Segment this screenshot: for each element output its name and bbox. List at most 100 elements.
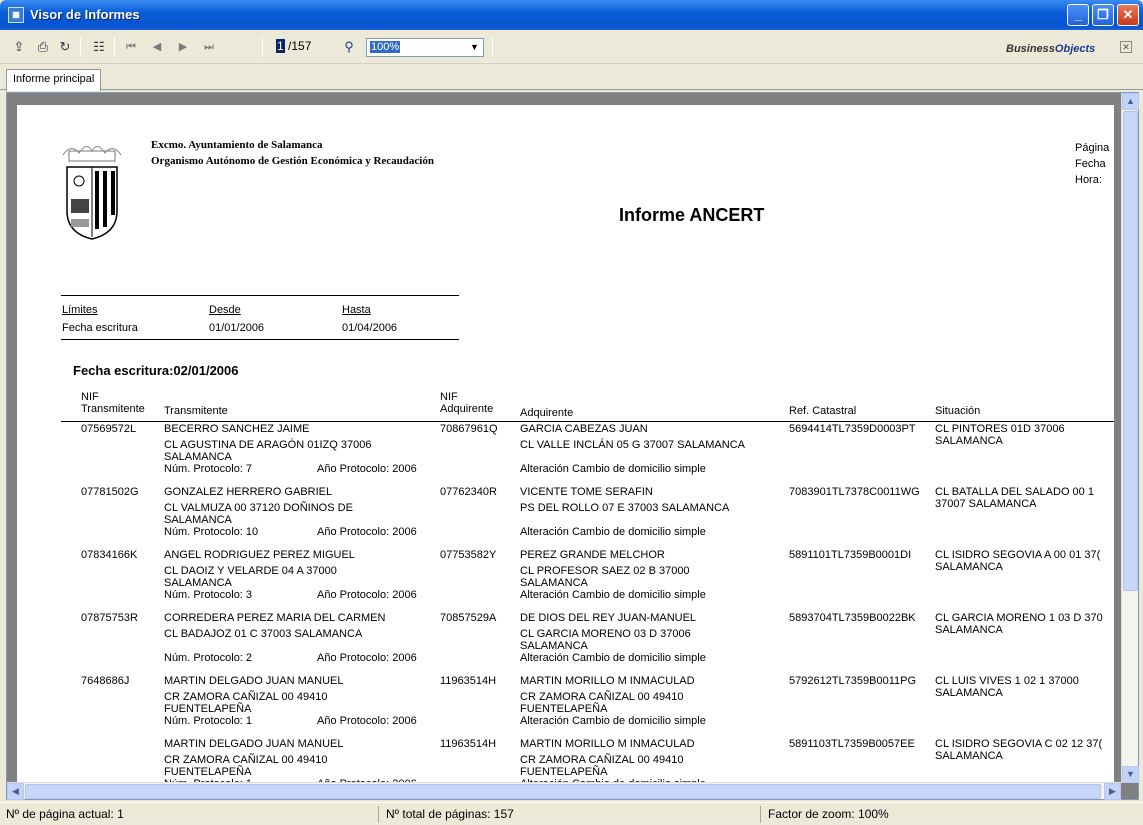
cell-ref: 5694414TL7359D0003PT	[789, 423, 916, 435]
cell-adq-addr: CR ZAMORA CAÑIZAL 00 49410	[520, 754, 684, 766]
meta-time-label: Hora:	[1075, 174, 1102, 186]
cell-adq-addr: CL PROFESOR SAEZ 02 B 37000	[520, 565, 690, 577]
report-page: Excmo. Ayuntamiento de Salamanca Organis…	[17, 105, 1114, 785]
cell-nif-t: 07569572L	[81, 423, 137, 435]
scroll-down-icon[interactable]: ▼	[1122, 766, 1139, 783]
print-icon[interactable]: ⎙	[34, 38, 52, 56]
cell-trans-name: ANGEL RODRIGUEZ PEREZ MIGUEL	[164, 549, 355, 561]
meta-date-label: Fecha	[1075, 158, 1106, 170]
status-current-page: Nº de página actual: 1	[6, 807, 124, 821]
report-viewport: Excmo. Ayuntamiento de Salamanca Organis…	[6, 92, 1139, 800]
cell-adq-name: GARCIA CABEZAS JUAN	[520, 423, 648, 435]
horizontal-scrollbar[interactable]: ◀ ▶	[7, 782, 1121, 800]
export-icon[interactable]: ⇪	[10, 38, 28, 56]
current-page-input[interactable]: 1	[276, 39, 285, 53]
limits-bottom-rule	[61, 339, 459, 340]
cell-sit2: SALAMANCA	[935, 687, 1003, 699]
zoom-select[interactable]: 100% ▼	[366, 38, 484, 57]
zoom-value: 100%	[370, 41, 401, 53]
cell-sit2: SALAMANCA	[935, 750, 1003, 762]
columns-rule	[61, 421, 1114, 422]
limits-header-limites: Límites	[62, 304, 98, 316]
group-tree-icon[interactable]: ☷	[90, 38, 108, 56]
cell-trans-city: SALAMANCA	[164, 451, 232, 463]
toolbar-separator	[80, 37, 81, 57]
cell-proto: Núm. Protocolo: 2	[164, 652, 253, 664]
scroll-left-icon[interactable]: ◀	[7, 783, 24, 800]
report-viewer-window: ▦ Visor de Informes _ ❐ ✕ ⇪ ⎙ ↻ ☷ ⏮ ◀ ▶ …	[0, 0, 1143, 825]
limits-field: Fecha escritura	[62, 322, 138, 334]
cell-trans-name: GONZALEZ HERRERO GABRIEL	[164, 486, 333, 498]
cell-sit1: CL LUIS VIVES 1 02 1 37000	[935, 675, 1079, 687]
org-line-1: Excmo. Ayuntamiento de Salamanca	[151, 139, 323, 151]
close-button[interactable]: ✕	[1117, 4, 1139, 26]
businessobjects-logo: BusinessObjects	[1006, 43, 1096, 55]
scroll-up-icon[interactable]: ▲	[1122, 93, 1139, 110]
cell-alter: Alteración Cambio de domicilio simple	[520, 715, 706, 727]
cell-nif-a: 70857529A	[440, 612, 497, 624]
status-zoom: Factor de zoom: 100%	[768, 807, 889, 821]
cell-nif-t: 07875753R	[81, 612, 138, 624]
status-separator	[378, 806, 379, 823]
cell-adq-addr: CL GARCIA MORENO 03 D 37006	[520, 628, 691, 640]
next-page-icon[interactable]: ▶	[174, 38, 192, 56]
cell-adq-city: SALAMANCA	[520, 577, 588, 589]
minimize-button[interactable]: _	[1067, 4, 1089, 26]
cell-adq-city: FUENTELAPEÑA	[520, 766, 608, 778]
cell-nif-a: 70867961Q	[440, 423, 498, 435]
title-bar: ▦ Visor de Informes _ ❐ ✕	[0, 0, 1143, 30]
cell-sit2: 37007 SALAMANCA	[935, 498, 1037, 510]
cell-anio: Año Protocolo: 2006	[317, 526, 417, 538]
tab-strip: Informe principal	[0, 64, 1143, 91]
cell-adq-addr: CR ZAMORA CAÑIZAL 00 49410	[520, 691, 684, 703]
cell-ref: 5893704TL7359B0022BK	[789, 612, 916, 624]
last-page-icon[interactable]: ⏭	[200, 38, 218, 56]
cell-proto: Núm. Protocolo: 7	[164, 463, 253, 475]
vertical-scrollbar[interactable]: ▲ ▼	[1121, 93, 1139, 783]
cell-trans-addr: CL VALMUZA 00 37120 DOÑINOS DE	[164, 502, 353, 514]
cell-adq-city: FUENTELAPEÑA	[520, 703, 608, 715]
toolbar-separator	[262, 37, 263, 57]
find-icon[interactable]: ⚲	[340, 38, 358, 56]
scroll-right-icon[interactable]: ▶	[1104, 783, 1121, 800]
cell-sit1: CL PINTORES 01D 37006	[935, 423, 1065, 435]
cell-ref: 5891101TL7359B0001DI	[789, 549, 912, 561]
maximize-button[interactable]: ❐	[1092, 4, 1114, 26]
horizontal-scroll-thumb[interactable]	[25, 784, 1101, 799]
limits-header-desde: Desde	[209, 304, 241, 316]
cell-trans-city: FUENTELAPEÑA	[164, 703, 252, 715]
cell-trans-name: CORREDERA PEREZ MARIA DEL CARMEN	[164, 612, 386, 624]
cell-sit1: CL GARCIA MORENO 1 03 D 370	[935, 612, 1103, 624]
page-indicator[interactable]: 1 /157	[276, 39, 330, 55]
tab-informe-principal[interactable]: Informe principal	[6, 69, 102, 91]
cell-nif-t: 07834166K	[81, 549, 138, 561]
org-line-2: Organismo Autónomo de Gestión Económica …	[151, 155, 434, 167]
cell-anio: Año Protocolo: 2006	[317, 589, 417, 601]
cell-trans-addr: CL BADAJOZ 01 C 37003 SALAMANCA	[164, 628, 363, 640]
cell-adq-city: SALAMANCA	[520, 640, 588, 652]
cell-adq-name: MARTIN MORILLO M INMACULAD	[520, 675, 695, 687]
app-icon: ▦	[8, 7, 24, 23]
first-page-icon[interactable]: ⏮	[122, 38, 140, 56]
toolbar-separator	[492, 37, 493, 57]
cell-adq-name: PEREZ GRANDE MELCHOR	[520, 549, 665, 561]
close-report-icon[interactable]: ✕	[1120, 41, 1132, 53]
cell-trans-name: MARTIN DELGADO JUAN MANUEL	[164, 675, 344, 687]
cell-trans-city: FUENTELAPEÑA	[164, 766, 252, 778]
cell-sit1: CL ISIDRO SEGOVIA C 02 12 37(	[935, 738, 1103, 750]
previous-page-icon[interactable]: ◀	[148, 38, 166, 56]
cell-sit1: CL BATALLA DEL SALADO 00 1	[935, 486, 1094, 498]
cell-sit2: SALAMANCA	[935, 561, 1003, 573]
vertical-scroll-thumb[interactable]	[1123, 111, 1138, 591]
limits-header-hasta: Hasta	[342, 304, 371, 316]
total-pages-label: /157	[288, 39, 312, 53]
cell-nif-a: 11963514H	[440, 675, 497, 687]
cell-adq-name: MARTIN MORILLO M INMACULAD	[520, 738, 695, 750]
col-header-nif-a: NIF Adquirente	[440, 391, 494, 415]
cell-trans-addr: CL DAOIZ Y VELARDE 04 A 37000	[164, 565, 337, 577]
refresh-icon[interactable]: ↻	[56, 38, 74, 56]
limits-top-rule	[61, 295, 459, 296]
chevron-down-icon[interactable]: ▼	[466, 39, 483, 56]
cell-alter: Alteración Cambio de domicilio simple	[520, 526, 706, 538]
cell-adq-addr: PS DEL ROLLO 07 E 37003 SALAMANCA	[520, 502, 730, 514]
